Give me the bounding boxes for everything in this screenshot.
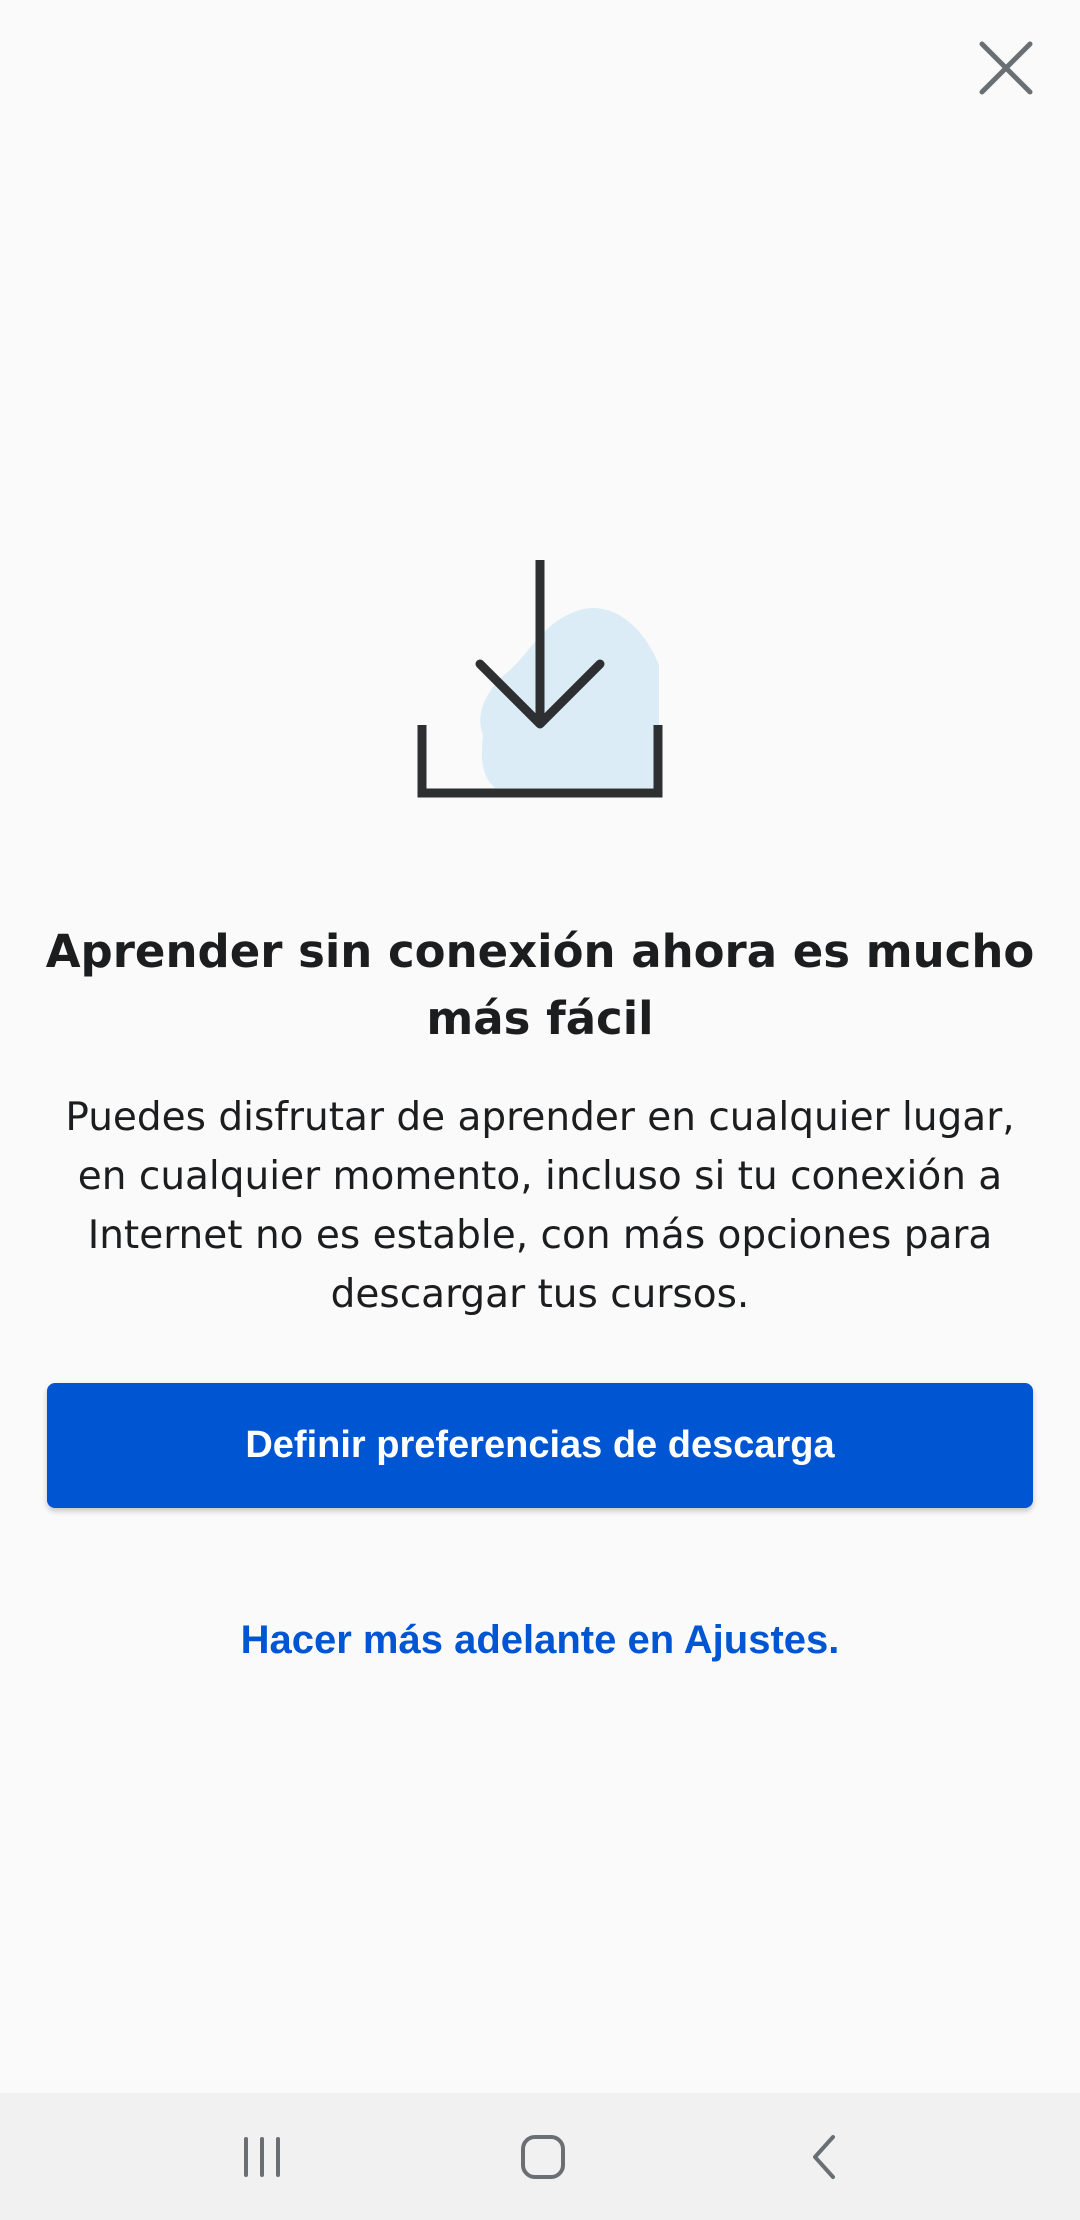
description-text: Puedes disfrutar de aprender en cualquie… (65, 1095, 1015, 1317)
back-icon (813, 2134, 835, 2179)
set-download-preferences-button[interactable]: Definir preferencias de descarga (47, 1383, 1033, 1508)
offline-learning-screen: Aprender sin conexión ahora es mucho más… (0, 0, 1080, 2220)
page-title: Aprender sin conexión ahora es mucho más… (45, 925, 1035, 1045)
system-navigation-bar (0, 2093, 1080, 2220)
download-tray-icon (417, 560, 663, 798)
home-icon (521, 2134, 565, 2179)
close-button[interactable] (966, 28, 1046, 108)
close-icon (979, 41, 1033, 95)
back-button[interactable] (765, 2093, 885, 2220)
later-in-settings-link[interactable]: Hacer más adelante en Ajustes. (40, 1605, 1040, 1675)
recents-button[interactable] (202, 2093, 322, 2220)
recents-icon (244, 2136, 280, 2177)
home-button[interactable] (483, 2093, 603, 2220)
